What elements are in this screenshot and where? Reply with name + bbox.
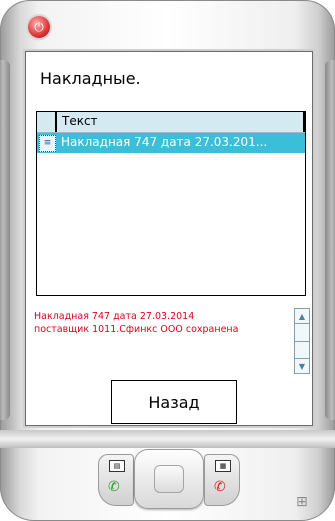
scroll-down-icon[interactable]: ▼: [295, 358, 309, 373]
device-side-right: [325, 60, 335, 420]
dpad[interactable]: [134, 449, 204, 509]
column-header-text[interactable]: Текст: [62, 114, 98, 128]
right-hardware-button[interactable]: ▦ ✆: [204, 454, 240, 506]
left-hardware-button[interactable]: ▤ ✆: [98, 454, 134, 506]
device-screen: Накладные. Текст ≡ Накладная 747 дата 27…: [25, 51, 313, 426]
device-frame: ⏻ Накладные. Текст ≡ Накладная 747 дата …: [0, 0, 335, 521]
power-icon[interactable]: ⏻: [28, 16, 50, 38]
call-end-red-icon: ✆: [214, 479, 226, 495]
status-message-line-2: поставщик 1011.Сфинкс ООО сохранена: [34, 324, 239, 335]
column-separator: [55, 112, 57, 132]
call-green-icon: ✆: [108, 479, 120, 495]
windows-icon: ⊞: [296, 494, 308, 510]
back-button[interactable]: Назад: [111, 380, 237, 424]
list-item-text: Накладная 747 дата 27.03.201...: [61, 135, 268, 149]
invoice-list[interactable]: Текст ≡ Накладная 747 дата 27.03.201...: [36, 111, 306, 296]
document-icon: ≡: [39, 135, 56, 152]
list-item[interactable]: ≡ Накладная 747 дата 27.03.201...: [37, 133, 305, 153]
scroll-divider: [295, 341, 309, 342]
device-bottom-band: [0, 430, 335, 448]
device-side-left: [0, 60, 10, 420]
dpad-center-button[interactable]: [154, 465, 184, 493]
column-end-separator: [303, 112, 305, 132]
status-message: Накладная 747 дата 27.03.2014 поставщик …: [34, 310, 294, 336]
list-header[interactable]: Текст: [37, 112, 305, 133]
status-message-line-1: Накладная 747 дата 27.03.2014: [34, 311, 195, 322]
softkey-left-icon: ▤: [109, 460, 125, 472]
page-title: Накладные.: [40, 69, 141, 88]
message-scrollbar[interactable]: ▲ ▼: [294, 308, 310, 374]
scroll-up-icon[interactable]: ▲: [295, 309, 309, 324]
softkey-right-icon: ▦: [215, 460, 231, 472]
